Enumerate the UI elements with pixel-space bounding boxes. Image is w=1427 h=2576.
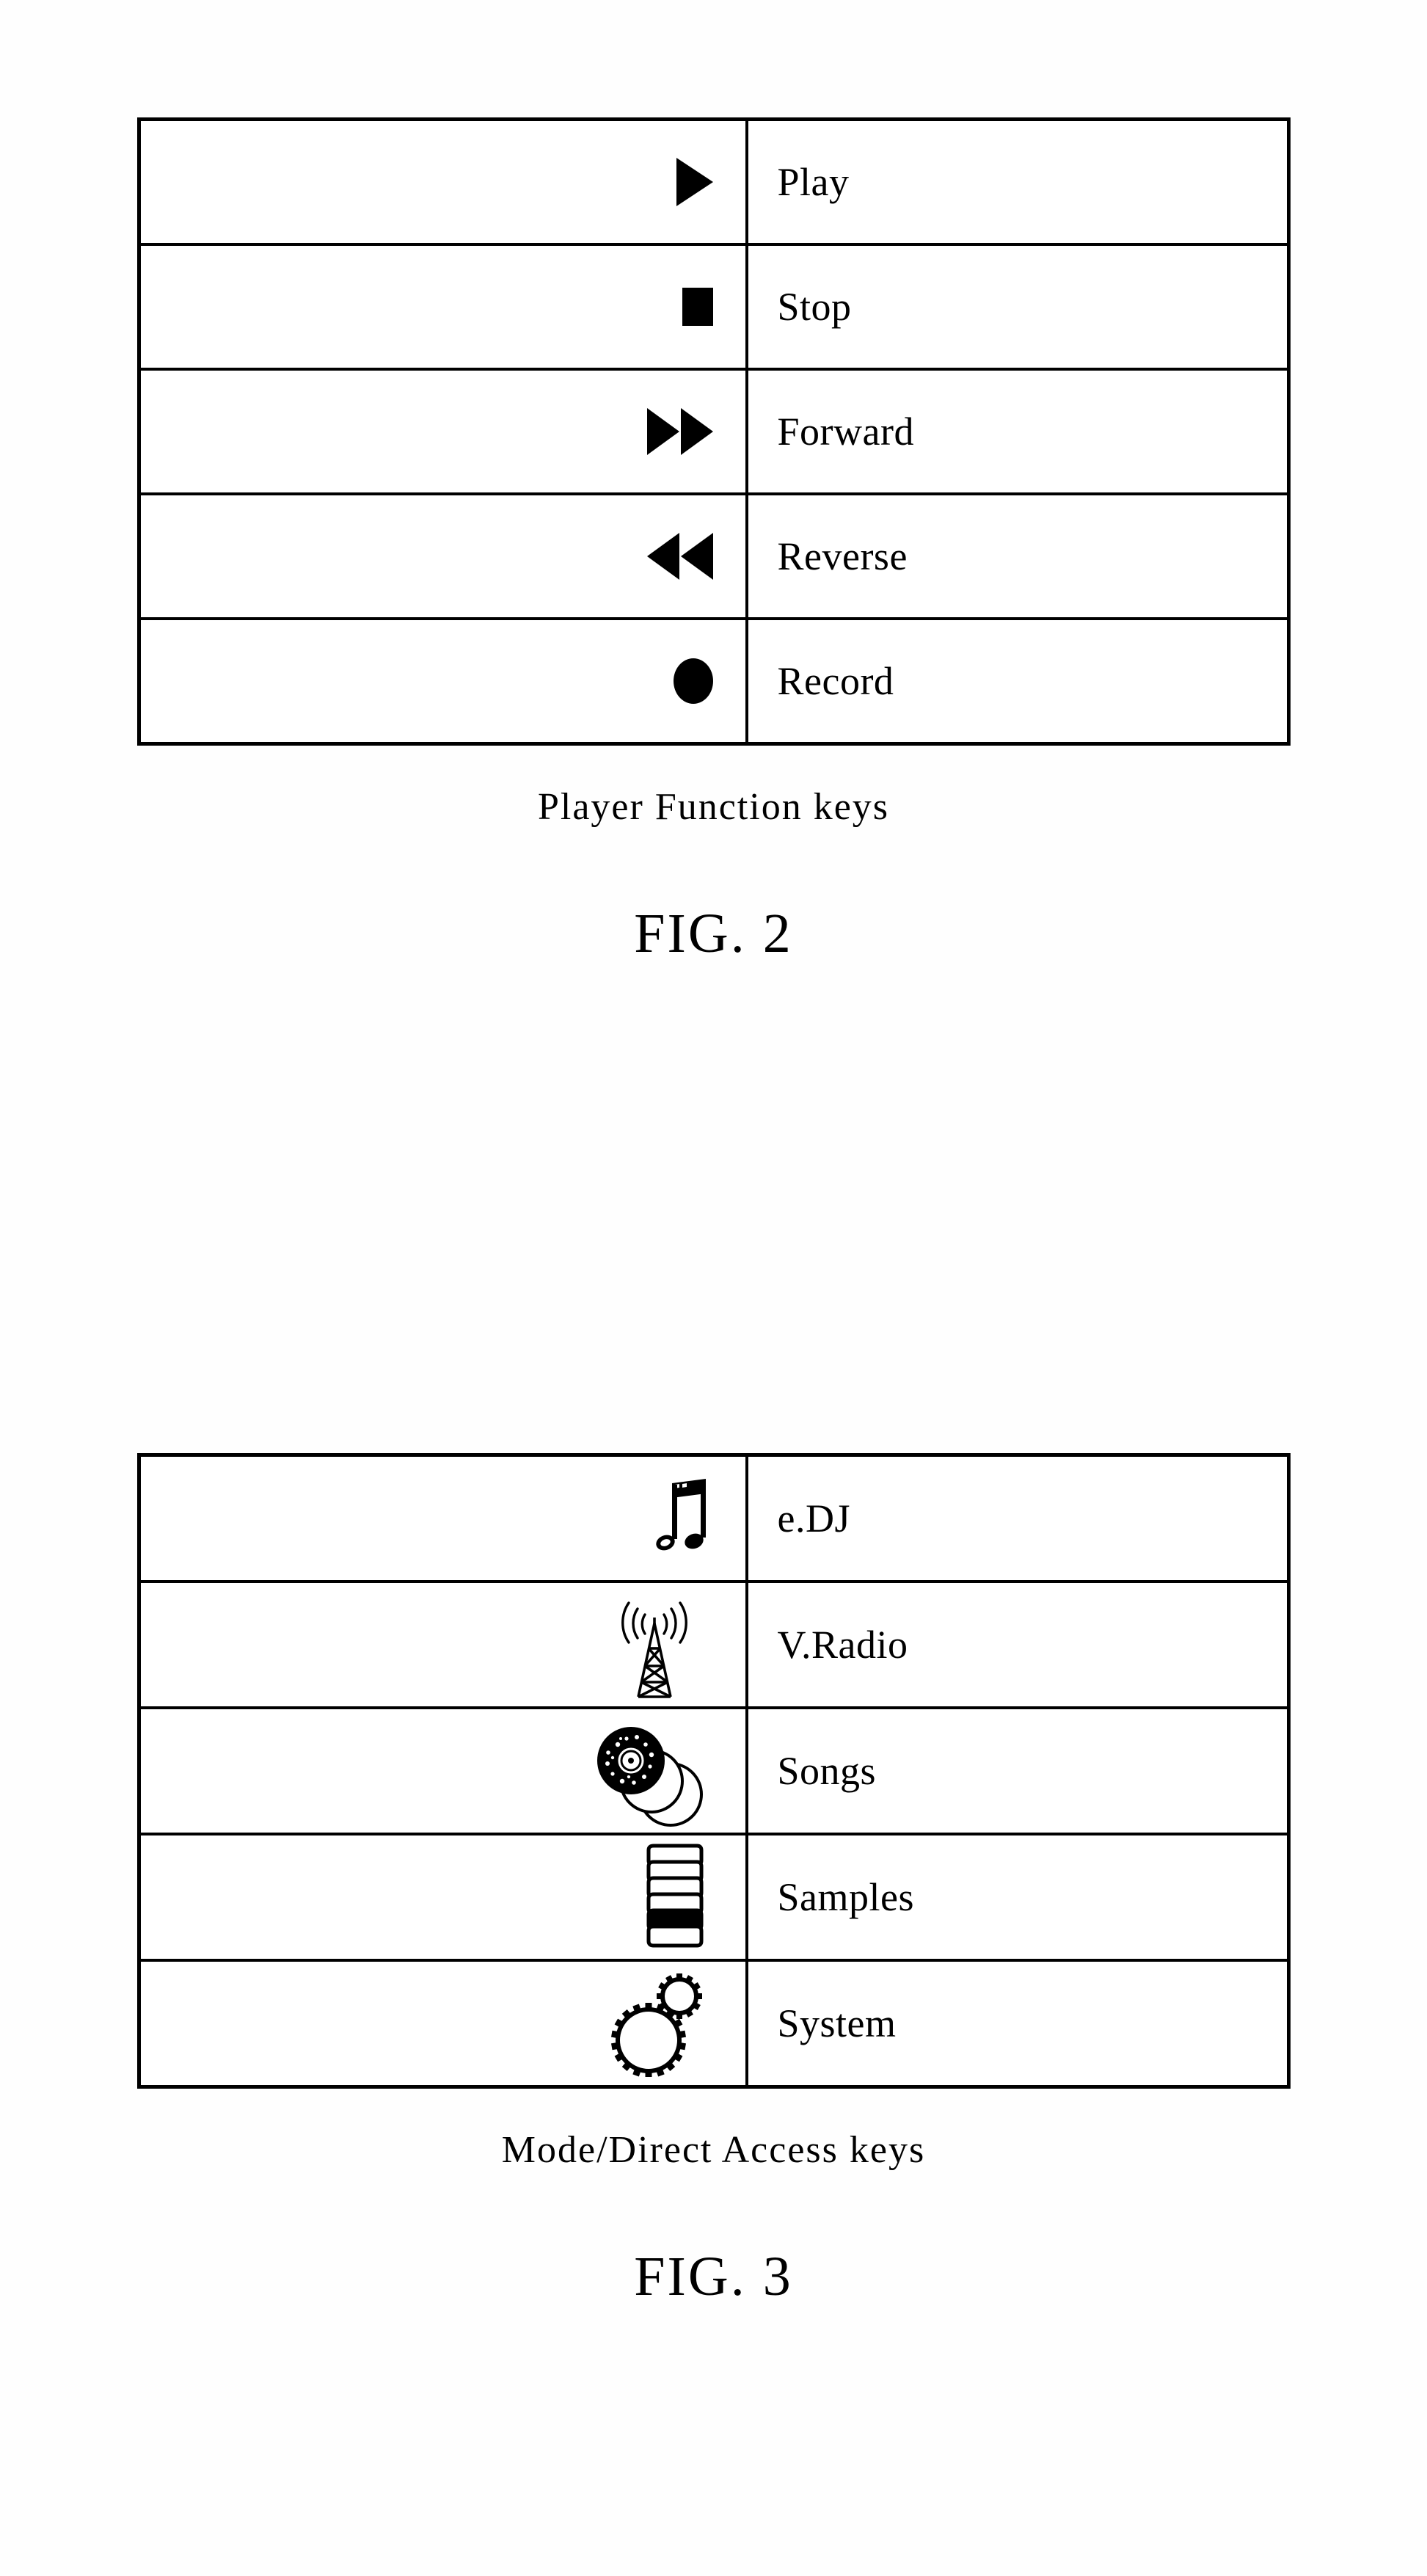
player-function-keys-table: Play Stop Forward Reverse Record: [136, 117, 1291, 746]
table-row: V.Radio: [137, 1580, 1290, 1709]
table-row: Samples: [137, 1833, 1290, 1962]
stack-layers-icon: [634, 1841, 713, 1953]
label-cell-edj: e.DJ: [745, 1453, 1290, 1583]
table-row: e.DJ: [137, 1453, 1290, 1583]
mode-direct-access-keys-table: e.DJ V.Radio Songs Samples System: [136, 1453, 1291, 2089]
play-triangle-icon: [676, 158, 713, 206]
figure-3-caption-text: Mode/Direct Access keys: [501, 2129, 926, 2171]
label-cell-record: Record: [745, 617, 1290, 746]
figure-3-label: FIG. 3: [0, 2245, 1427, 2309]
icon-cell-system: [137, 1959, 748, 2089]
radio-tower-icon: [596, 1590, 713, 1700]
compact-discs-icon: [588, 1712, 713, 1830]
table-row: Songs: [137, 1706, 1290, 1835]
label-cell-vradio: V.Radio: [745, 1580, 1290, 1709]
table-row: Stop: [137, 243, 1290, 371]
record-circle-icon: [673, 658, 713, 704]
figure-3-block: e.DJ V.Radio Songs Samples System Mode/D…: [0, 1453, 1427, 2309]
icon-cell-forward: [137, 368, 748, 495]
label-cell-play: Play: [745, 117, 1290, 246]
icon-cell-stop: [137, 243, 748, 371]
figure-2-caption: Player Function keys: [0, 785, 1427, 829]
table-row: Record: [137, 617, 1290, 746]
music-note-icon: [650, 1477, 713, 1560]
figure-2-label-text: FIG. 2: [634, 903, 793, 964]
figure-2-block: Play Stop Forward Reverse Record Player …: [0, 117, 1427, 966]
label-cell-reverse: Reverse: [745, 492, 1290, 620]
figure-3-label-text: FIG. 3: [634, 2246, 793, 2307]
icon-cell-play: [137, 117, 748, 246]
label-cell-system: System: [745, 1959, 1290, 2089]
icon-cell-edj: [137, 1453, 748, 1583]
stop-square-icon: [682, 288, 713, 326]
table-row: System: [137, 1959, 1290, 2089]
label-cell-songs: Songs: [745, 1706, 1290, 1835]
label-cell-forward: Forward: [745, 368, 1290, 495]
icon-cell-record: [137, 617, 748, 746]
icon-cell-samples: [137, 1833, 748, 1962]
table-row: Play: [137, 117, 1290, 246]
table-row: Reverse: [137, 492, 1290, 620]
figure-2-caption-text: Player Function keys: [537, 786, 890, 828]
gears-icon: [603, 1970, 713, 2077]
figure-3-caption: Mode/Direct Access keys: [0, 2128, 1427, 2172]
label-cell-samples: Samples: [745, 1833, 1290, 1962]
table-row: Forward: [137, 368, 1290, 495]
label-cell-stop: Stop: [745, 243, 1290, 371]
icon-cell-songs: [137, 1706, 748, 1835]
fast-forward-double-icon: [646, 408, 713, 455]
rewind-double-icon: [646, 533, 713, 580]
figure-2-label: FIG. 2: [0, 902, 1427, 966]
icon-cell-reverse: [137, 492, 748, 620]
patent-figure-page: Play Stop Forward Reverse Record Player …: [0, 0, 1427, 2576]
icon-cell-vradio: [137, 1580, 748, 1709]
